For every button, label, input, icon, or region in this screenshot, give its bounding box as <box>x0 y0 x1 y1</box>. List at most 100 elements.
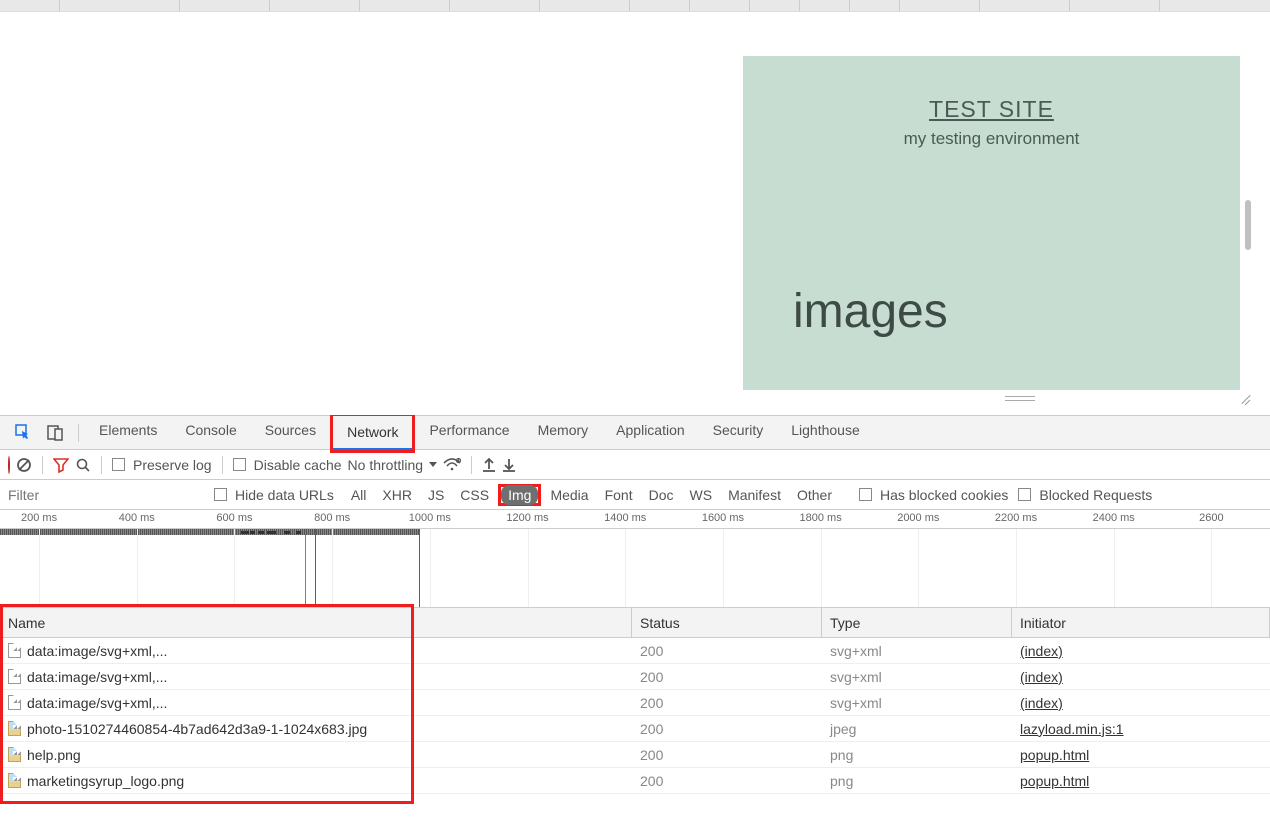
network-toolbar: Preserve log Disable cache No throttling <box>0 450 1270 480</box>
filter-bar: Hide data URLs AllXHRJSCSSImgMediaFontDo… <box>0 480 1270 510</box>
resize-corner-icon[interactable] <box>1240 393 1252 405</box>
type-filter-font[interactable]: Font <box>598 485 640 505</box>
table-row[interactable]: data:image/svg+xml,... 200svg+xml (index) <box>0 638 1270 664</box>
initiator-link[interactable]: (index) <box>1020 669 1063 685</box>
type-filter-ws[interactable]: WS <box>683 485 720 505</box>
hide-data-urls-label: Hide data URLs <box>235 487 334 503</box>
file-icon <box>8 747 21 762</box>
upload-icon[interactable] <box>482 457 496 473</box>
devtools-tab-performance[interactable]: Performance <box>415 413 523 447</box>
col-name[interactable]: Name <box>0 608 632 637</box>
site-title[interactable]: TEST SITE <box>793 96 1190 123</box>
timeline-tick: 200 ms <box>21 512 57 524</box>
file-name: data:image/svg+xml,... <box>27 643 167 659</box>
col-type[interactable]: Type <box>822 608 1012 637</box>
devtools-tab-memory[interactable]: Memory <box>524 413 603 447</box>
page-viewport: TEST SITE my testing environment images <box>0 0 1270 415</box>
blocked-requests-label: Blocked Requests <box>1039 487 1152 503</box>
has-blocked-cookies-checkbox[interactable]: Has blocked cookies <box>859 487 1008 503</box>
timeline-tick: 1800 ms <box>800 512 842 524</box>
timeline-tick: 1400 ms <box>604 512 646 524</box>
col-initiator[interactable]: Initiator <box>1012 608 1270 637</box>
disable-cache-label: Disable cache <box>254 457 342 473</box>
initiator-link[interactable]: popup.html <box>1020 773 1089 789</box>
site-subtitle: my testing environment <box>793 129 1190 149</box>
device-icon[interactable] <box>46 423 66 443</box>
devtools-tab-lighthouse[interactable]: Lighthouse <box>777 413 874 447</box>
throttling-dropdown[interactable]: No throttling <box>348 457 437 473</box>
file-icon <box>8 773 21 788</box>
status-cell: 200 <box>632 643 822 659</box>
blocked-requests-checkbox[interactable]: Blocked Requests <box>1018 487 1152 503</box>
hide-data-urls-checkbox[interactable]: Hide data URLs <box>214 487 334 503</box>
timeline-tick: 800 ms <box>314 512 350 524</box>
type-cell: jpeg <box>822 721 1012 737</box>
table-row[interactable]: data:image/svg+xml,...200svg+xml(index) <box>0 690 1270 716</box>
devtools-tab-application[interactable]: Application <box>602 413 699 447</box>
status-cell: 200 <box>632 695 822 711</box>
record-button[interactable] <box>8 457 10 473</box>
browser-tab-strip <box>0 0 1270 12</box>
search-icon[interactable] <box>75 457 91 473</box>
filter-input[interactable] <box>4 484 204 506</box>
timeline-tick: 2600 <box>1199 512 1223 524</box>
network-conditions-icon[interactable] <box>443 458 461 472</box>
highlight-box: Network <box>330 413 415 453</box>
preserve-log-label: Preserve log <box>133 457 212 473</box>
file-name: marketingsyrup_logo.png <box>27 773 184 789</box>
clear-icon[interactable] <box>16 457 32 473</box>
type-filter-img[interactable]: Img <box>501 485 538 505</box>
devtools-tab-console[interactable]: Console <box>171 413 250 447</box>
timeline-tick: 2400 ms <box>1093 512 1135 524</box>
file-name: help.png <box>27 747 81 763</box>
type-filter-css[interactable]: CSS <box>453 485 496 505</box>
type-filter-js[interactable]: JS <box>421 485 451 505</box>
table-row[interactable]: photo-1510274460854-4b7ad642d3a9-1-1024x… <box>0 716 1270 742</box>
file-icon <box>8 669 21 684</box>
devtools-panel: ElementsConsoleSourcesNetworkPerformance… <box>0 415 1270 794</box>
initiator-link[interactable]: (index) <box>1020 695 1063 711</box>
preserve-log-checkbox[interactable]: Preserve log <box>112 457 212 473</box>
page-card: TEST SITE my testing environment images <box>743 56 1240 390</box>
table-row[interactable]: marketingsyrup_logo.png200pngpopup.html <box>0 768 1270 794</box>
devtools-tabs: ElementsConsoleSourcesNetworkPerformance… <box>0 416 1270 450</box>
file-name: photo-1510274460854-4b7ad642d3a9-1-1024x… <box>27 721 367 737</box>
chevron-down-icon <box>429 462 437 467</box>
devtools-tab-sources[interactable]: Sources <box>251 413 330 447</box>
timeline-tick: 1600 ms <box>702 512 744 524</box>
devtools-tab-security[interactable]: Security <box>699 413 778 447</box>
inspect-icon[interactable] <box>14 423 34 443</box>
file-icon <box>8 643 21 658</box>
type-filter-doc[interactable]: Doc <box>642 485 681 505</box>
file-name: data:image/svg+xml,... <box>27 695 167 711</box>
table-row[interactable]: data:image/svg+xml,...200svg+xml(index) <box>0 664 1270 690</box>
timeline-tick: 600 ms <box>216 512 252 524</box>
file-icon <box>8 721 21 736</box>
download-icon[interactable] <box>502 457 516 473</box>
table-row[interactable]: help.png200pngpopup.html <box>0 742 1270 768</box>
drag-handle-icon[interactable] <box>1005 396 1035 400</box>
status-cell: 200 <box>632 669 822 685</box>
type-filter-other[interactable]: Other <box>790 485 839 505</box>
timeline-tick: 400 ms <box>119 512 155 524</box>
network-table: Name Status Type Initiator data:image/sv… <box>0 608 1270 794</box>
initiator-link[interactable]: (index) <box>1020 643 1063 659</box>
type-filter-all[interactable]: All <box>344 485 374 505</box>
type-filter-manifest[interactable]: Manifest <box>721 485 788 505</box>
table-header: Name Status Type Initiator <box>0 608 1270 638</box>
initiator-link[interactable]: popup.html <box>1020 747 1089 763</box>
timeline-tick: 1200 ms <box>506 512 548 524</box>
col-status[interactable]: Status <box>632 608 822 637</box>
type-cell: png <box>822 747 1012 763</box>
filter-icon[interactable] <box>53 457 69 473</box>
waterfall-timeline[interactable]: 200 ms 400 ms 600 ms 800 ms 1000 ms 1200 ms 14… <box>0 510 1270 608</box>
timeline-tick: 1000 ms <box>409 512 451 524</box>
type-filter-media[interactable]: Media <box>543 485 595 505</box>
type-filter-xhr[interactable]: XHR <box>375 485 419 505</box>
initiator-link[interactable]: lazyload.min.js:1 <box>1020 721 1124 737</box>
devtools-tab-elements[interactable]: Elements <box>85 413 171 447</box>
scrollbar[interactable] <box>1245 200 1251 250</box>
type-cell: svg+xml <box>822 643 1012 659</box>
disable-cache-checkbox[interactable]: Disable cache <box>233 457 342 473</box>
devtools-tab-network[interactable]: Network <box>333 416 412 450</box>
